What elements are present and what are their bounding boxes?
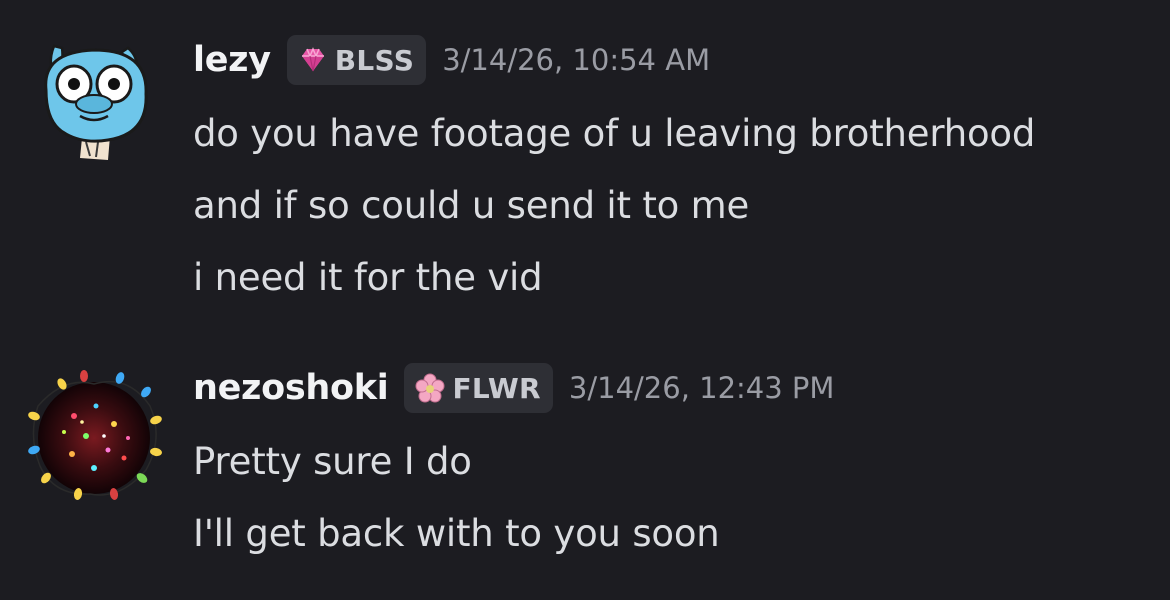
message-line: and if so could u send it to me xyxy=(193,184,750,227)
username[interactable]: nezoshoki xyxy=(193,368,389,408)
chat-log: lezy BLSS 3/14/26, 10:54 AM do you have … xyxy=(0,0,1170,600)
message-content: Pretty sure I do I'll get back with to y… xyxy=(193,426,720,570)
message-line: i need it for the vid xyxy=(193,256,543,299)
avatar[interactable] xyxy=(24,366,164,506)
clan-tag[interactable]: BLSS xyxy=(286,35,427,85)
message-header: lezy BLSS 3/14/26, 10:54 AM xyxy=(193,32,710,88)
pink-flower-icon xyxy=(415,373,445,403)
username[interactable]: lezy xyxy=(193,40,271,80)
message-content: do you have footage of u leaving brother… xyxy=(193,98,1035,314)
christmas-lights-avatar-icon xyxy=(28,370,162,500)
message-line: do you have footage of u leaving brother… xyxy=(193,112,1036,155)
pink-gem-icon xyxy=(301,47,324,72)
timestamp: 3/14/26, 12:43 PM xyxy=(568,371,835,405)
message-line: Pretty sure I do xyxy=(193,440,472,483)
message-header: nezoshoki FLWR 3/14/26, 12:43 PM xyxy=(193,360,834,416)
timestamp: 3/14/26, 10:54 AM xyxy=(442,43,711,77)
message-line: I'll get back with to you soon xyxy=(193,512,720,555)
tag-label: FLWR xyxy=(452,371,541,405)
clan-tag[interactable]: FLWR xyxy=(404,363,553,413)
gumball-avatar-icon xyxy=(44,44,148,160)
tag-label: BLSS xyxy=(334,43,415,77)
avatar[interactable] xyxy=(24,38,164,178)
